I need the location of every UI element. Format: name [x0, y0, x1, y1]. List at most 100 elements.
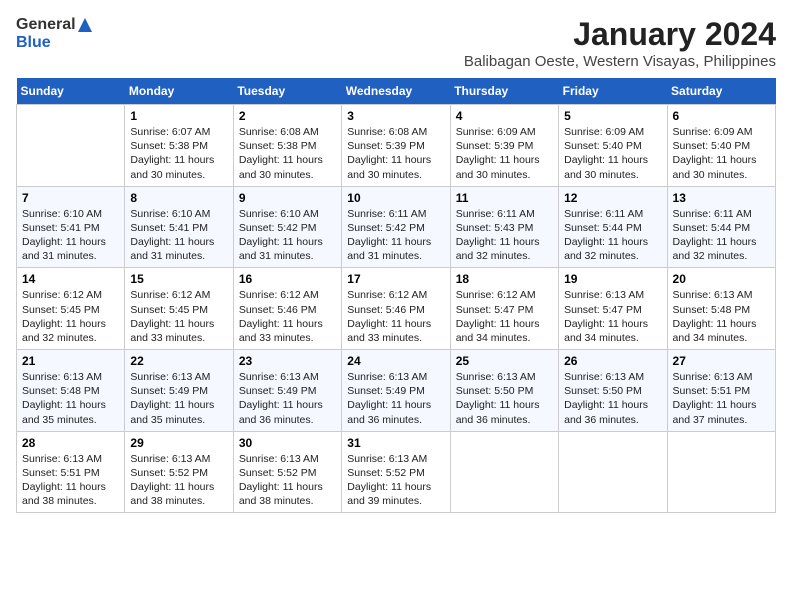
cell-info: Sunrise: 6:08 AM Sunset: 5:38 PM Dayligh…	[239, 126, 323, 181]
calendar-cell: 7 Sunrise: 6:10 AM Sunset: 5:41 PM Daylig…	[17, 186, 125, 268]
day-number: 16	[239, 272, 336, 286]
day-number: 31	[347, 436, 444, 450]
day-number: 2	[239, 109, 336, 123]
cell-info: Sunrise: 6:13 AM Sunset: 5:47 PM Dayligh…	[564, 289, 648, 344]
calendar-cell: 8 Sunrise: 6:10 AM Sunset: 5:41 PM Daylig…	[125, 186, 233, 268]
cell-info: Sunrise: 6:13 AM Sunset: 5:51 PM Dayligh…	[673, 371, 757, 426]
day-number: 28	[22, 436, 119, 450]
cell-info: Sunrise: 6:11 AM Sunset: 5:44 PM Dayligh…	[564, 208, 648, 263]
day-number: 23	[239, 354, 336, 368]
day-number: 4	[456, 109, 553, 123]
calendar-cell: 4 Sunrise: 6:09 AM Sunset: 5:39 PM Daylig…	[450, 105, 558, 187]
cell-info: Sunrise: 6:13 AM Sunset: 5:49 PM Dayligh…	[130, 371, 214, 426]
calendar-cell: 13 Sunrise: 6:11 AM Sunset: 5:44 PM Dayli…	[667, 186, 775, 268]
day-number: 19	[564, 272, 661, 286]
day-number: 25	[456, 354, 553, 368]
cell-info: Sunrise: 6:12 AM Sunset: 5:46 PM Dayligh…	[347, 289, 431, 344]
cell-info: Sunrise: 6:10 AM Sunset: 5:41 PM Dayligh…	[22, 208, 106, 263]
cell-info: Sunrise: 6:11 AM Sunset: 5:43 PM Dayligh…	[456, 208, 540, 263]
calendar-week-1: 1Sunrise: 6:07 AM Sunset: 5:38 PM Daylig…	[17, 105, 776, 187]
day-number: 6	[673, 109, 770, 123]
cell-info: Sunrise: 6:13 AM Sunset: 5:52 PM Dayligh…	[239, 453, 323, 508]
cell-info: Sunrise: 6:10 AM Sunset: 5:41 PM Dayligh…	[130, 208, 214, 263]
day-number: 3	[347, 109, 444, 123]
cell-info: Sunrise: 6:09 AM Sunset: 5:39 PM Dayligh…	[456, 126, 540, 181]
calendar-week-2: 7 Sunrise: 6:10 AM Sunset: 5:41 PM Daylig…	[17, 186, 776, 268]
subtitle: Balibagan Oeste, Western Visayas, Philip…	[464, 53, 776, 70]
logo-triangle-icon	[78, 18, 92, 32]
calendar-cell: 29 Sunrise: 6:13 AM Sunset: 5:52 PM Dayli…	[125, 431, 233, 513]
day-number: 12	[564, 191, 661, 205]
day-number: 18	[456, 272, 553, 286]
logo: General Blue	[16, 16, 92, 51]
col-header-sunday: Sunday	[17, 78, 125, 105]
cell-info: Sunrise: 6:11 AM Sunset: 5:42 PM Dayligh…	[347, 208, 431, 263]
calendar-cell: 19 Sunrise: 6:13 AM Sunset: 5:47 PM Dayli…	[559, 268, 667, 350]
day-number: 21	[22, 354, 119, 368]
day-number: 29	[130, 436, 227, 450]
cell-info: Sunrise: 6:13 AM Sunset: 5:48 PM Dayligh…	[22, 371, 106, 426]
day-number: 15	[130, 272, 227, 286]
day-number: 22	[130, 354, 227, 368]
cell-info: Sunrise: 6:13 AM Sunset: 5:48 PM Dayligh…	[673, 289, 757, 344]
col-header-monday: Monday	[125, 78, 233, 105]
cell-info: Sunrise: 6:13 AM Sunset: 5:50 PM Dayligh…	[456, 371, 540, 426]
cell-info: Sunrise: 6:12 AM Sunset: 5:45 PM Dayligh…	[22, 289, 106, 344]
calendar-cell: 21 Sunrise: 6:13 AM Sunset: 5:48 PM Dayli…	[17, 350, 125, 432]
page-header: General Blue January 2024 Balibagan Oest…	[16, 16, 776, 70]
day-number: 27	[673, 354, 770, 368]
day-number: 30	[239, 436, 336, 450]
calendar-cell: 2 Sunrise: 6:08 AM Sunset: 5:38 PM Daylig…	[233, 105, 341, 187]
calendar-cell: 10 Sunrise: 6:11 AM Sunset: 5:42 PM Dayli…	[342, 186, 450, 268]
calendar-cell	[559, 431, 667, 513]
calendar-cell: 26 Sunrise: 6:13 AM Sunset: 5:50 PM Dayli…	[559, 350, 667, 432]
calendar-cell: 14Sunrise: 6:12 AM Sunset: 5:45 PM Dayli…	[17, 268, 125, 350]
day-number: 8	[130, 191, 227, 205]
calendar-cell: 6Sunrise: 6:09 AM Sunset: 5:40 PM Daylig…	[667, 105, 775, 187]
day-number: 11	[456, 191, 553, 205]
day-number: 13	[673, 191, 770, 205]
logo-general: General	[16, 16, 76, 34]
title-block: January 2024 Balibagan Oeste, Western Vi…	[464, 16, 776, 70]
calendar-cell: 31Sunrise: 6:13 AM Sunset: 5:52 PM Dayli…	[342, 431, 450, 513]
calendar-cell: 22 Sunrise: 6:13 AM Sunset: 5:49 PM Dayli…	[125, 350, 233, 432]
cell-info: Sunrise: 6:13 AM Sunset: 5:51 PM Dayligh…	[22, 453, 106, 508]
cell-info: Sunrise: 6:12 AM Sunset: 5:47 PM Dayligh…	[456, 289, 540, 344]
cell-info: Sunrise: 6:13 AM Sunset: 5:52 PM Dayligh…	[130, 453, 214, 508]
col-header-wednesday: Wednesday	[342, 78, 450, 105]
col-header-saturday: Saturday	[667, 78, 775, 105]
day-number: 26	[564, 354, 661, 368]
calendar-cell: 23Sunrise: 6:13 AM Sunset: 5:49 PM Dayli…	[233, 350, 341, 432]
col-header-friday: Friday	[559, 78, 667, 105]
calendar-cell	[667, 431, 775, 513]
day-number: 5	[564, 109, 661, 123]
calendar-cell: 9Sunrise: 6:10 AM Sunset: 5:42 PM Daylig…	[233, 186, 341, 268]
calendar-cell: 11 Sunrise: 6:11 AM Sunset: 5:43 PM Dayli…	[450, 186, 558, 268]
calendar-cell: 25 Sunrise: 6:13 AM Sunset: 5:50 PM Dayli…	[450, 350, 558, 432]
header-row: SundayMondayTuesdayWednesdayThursdayFrid…	[17, 78, 776, 105]
day-number: 17	[347, 272, 444, 286]
calendar-cell: 18 Sunrise: 6:12 AM Sunset: 5:47 PM Dayli…	[450, 268, 558, 350]
calendar-cell: 17 Sunrise: 6:12 AM Sunset: 5:46 PM Dayli…	[342, 268, 450, 350]
calendar-cell	[450, 431, 558, 513]
day-number: 7	[22, 191, 119, 205]
calendar-cell: 12 Sunrise: 6:11 AM Sunset: 5:44 PM Dayli…	[559, 186, 667, 268]
calendar-cell: 30 Sunrise: 6:13 AM Sunset: 5:52 PM Dayli…	[233, 431, 341, 513]
cell-info: Sunrise: 6:11 AM Sunset: 5:44 PM Dayligh…	[673, 208, 757, 263]
calendar-week-3: 14Sunrise: 6:12 AM Sunset: 5:45 PM Dayli…	[17, 268, 776, 350]
calendar-cell: 20 Sunrise: 6:13 AM Sunset: 5:48 PM Dayli…	[667, 268, 775, 350]
calendar-cell: 16Sunrise: 6:12 AM Sunset: 5:46 PM Dayli…	[233, 268, 341, 350]
cell-info: Sunrise: 6:12 AM Sunset: 5:45 PM Dayligh…	[130, 289, 214, 344]
calendar-cell: 28 Sunrise: 6:13 AM Sunset: 5:51 PM Dayli…	[17, 431, 125, 513]
day-number: 24	[347, 354, 444, 368]
calendar-week-4: 21 Sunrise: 6:13 AM Sunset: 5:48 PM Dayli…	[17, 350, 776, 432]
main-title: January 2024	[464, 16, 776, 53]
calendar-cell: 24 Sunrise: 6:13 AM Sunset: 5:49 PM Dayli…	[342, 350, 450, 432]
calendar-week-5: 28 Sunrise: 6:13 AM Sunset: 5:51 PM Dayli…	[17, 431, 776, 513]
day-number: 10	[347, 191, 444, 205]
cell-info: Sunrise: 6:13 AM Sunset: 5:50 PM Dayligh…	[564, 371, 648, 426]
calendar-table: SundayMondayTuesdayWednesdayThursdayFrid…	[16, 78, 776, 513]
cell-info: Sunrise: 6:13 AM Sunset: 5:49 PM Dayligh…	[347, 371, 431, 426]
calendar-cell: 15 Sunrise: 6:12 AM Sunset: 5:45 PM Dayli…	[125, 268, 233, 350]
day-number: 20	[673, 272, 770, 286]
